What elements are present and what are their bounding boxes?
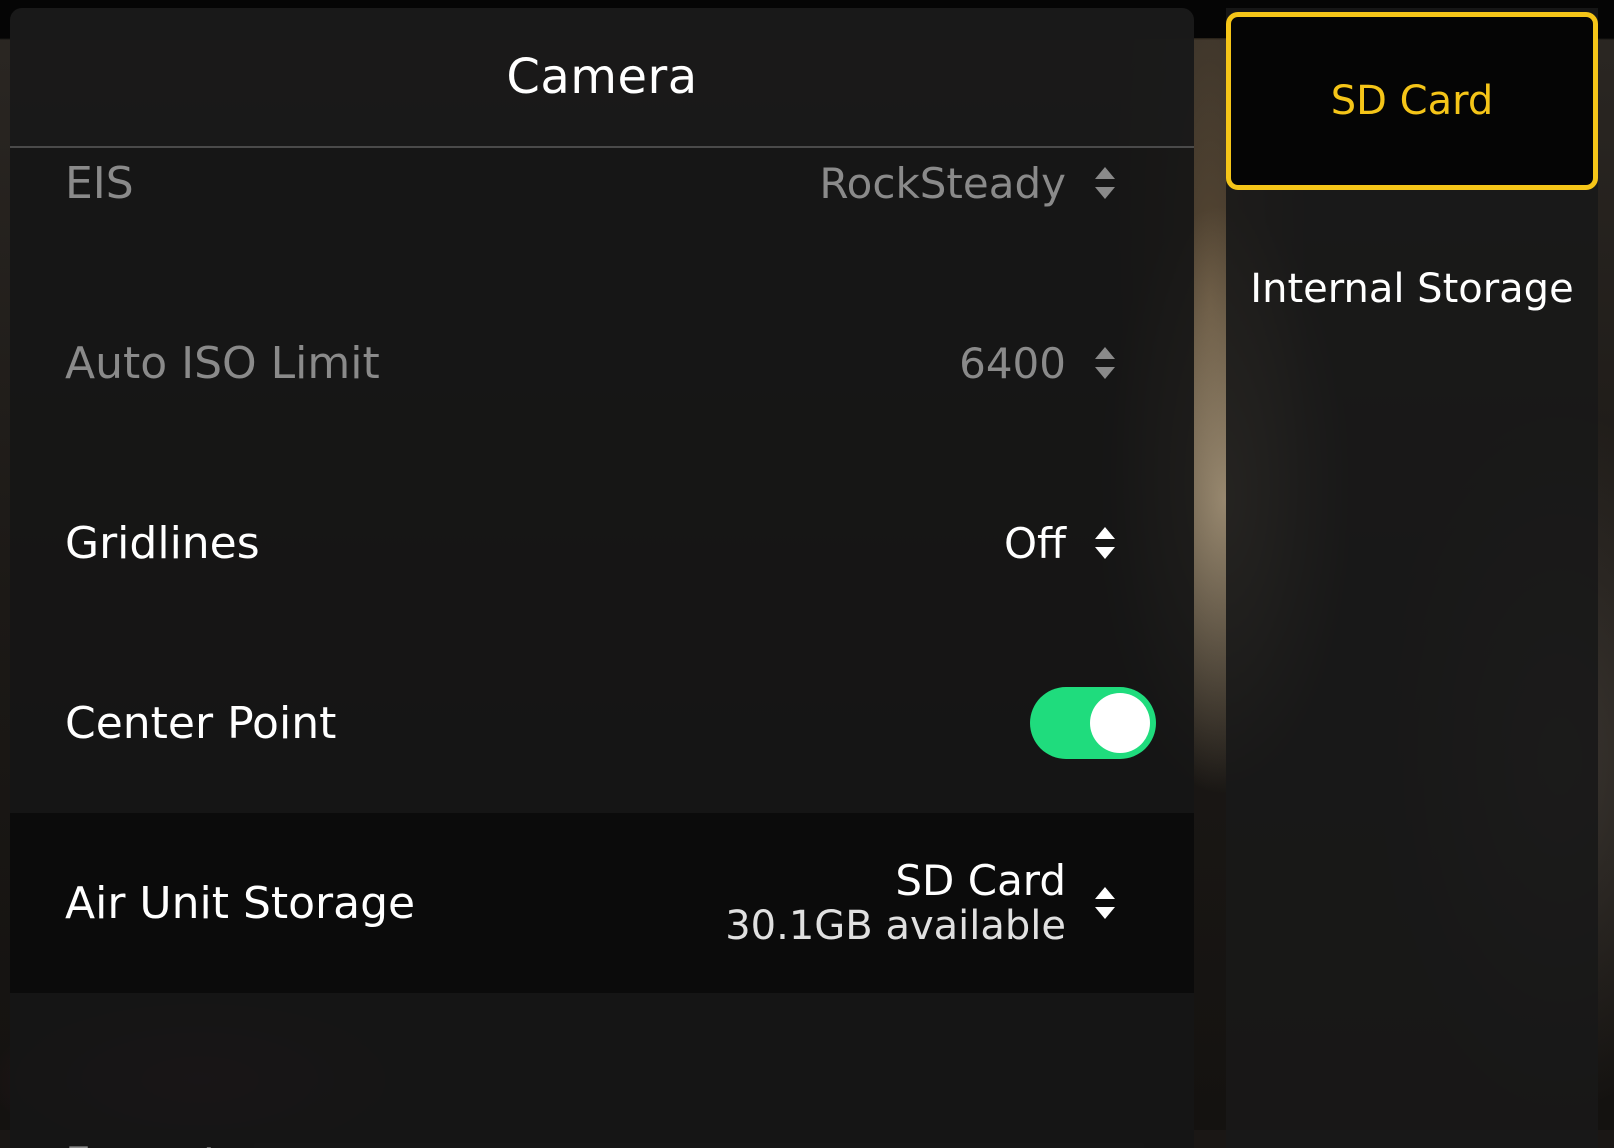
storage-picker: SD Card Internal Storage [1226, 8, 1598, 1148]
setting-label: EIS [65, 158, 819, 209]
setting-value: RockSteady [819, 159, 1066, 208]
setting-row-center-point: Center Point [10, 633, 1194, 813]
up-down-arrows-icon [1094, 526, 1116, 560]
camera-settings-panel: Camera EIS RockSteady Auto ISO Limit 640… [10, 8, 1194, 1148]
setting-value: SD Card [895, 857, 1066, 904]
setting-label: Auto ISO Limit [65, 338, 959, 389]
up-down-arrows-icon [1094, 346, 1116, 380]
setting-label: Center Point [65, 698, 1194, 749]
setting-label: Gridlines [65, 518, 1004, 569]
setting-value: 6400 [959, 339, 1066, 388]
storage-available: 30.1GB available [725, 904, 1066, 949]
setting-row-format[interactable]: Format [10, 993, 1194, 1148]
up-down-arrows-icon [1094, 166, 1116, 200]
setting-row-gridlines[interactable]: Gridlines Off [10, 453, 1194, 633]
picker-option-internal-storage[interactable]: Internal Storage [1226, 200, 1598, 378]
setting-row-auto-iso-limit[interactable]: Auto ISO Limit 6400 [10, 273, 1194, 453]
storage-value: SD Card 30.1GB available [725, 857, 1066, 949]
center-point-toggle[interactable] [1030, 687, 1156, 759]
setting-value: Off [1004, 519, 1066, 568]
picker-option-sd-card[interactable]: SD Card [1226, 12, 1598, 190]
setting-row-eis[interactable]: EIS RockSteady [10, 93, 1194, 273]
setting-label: Format [65, 1138, 1194, 1148]
setting-label: Air Unit Storage [65, 878, 725, 929]
toggle-knob [1090, 693, 1150, 753]
setting-row-air-unit-storage[interactable]: Air Unit Storage SD Card 30.1GB availabl… [10, 813, 1194, 993]
up-down-arrows-icon [1094, 886, 1116, 920]
